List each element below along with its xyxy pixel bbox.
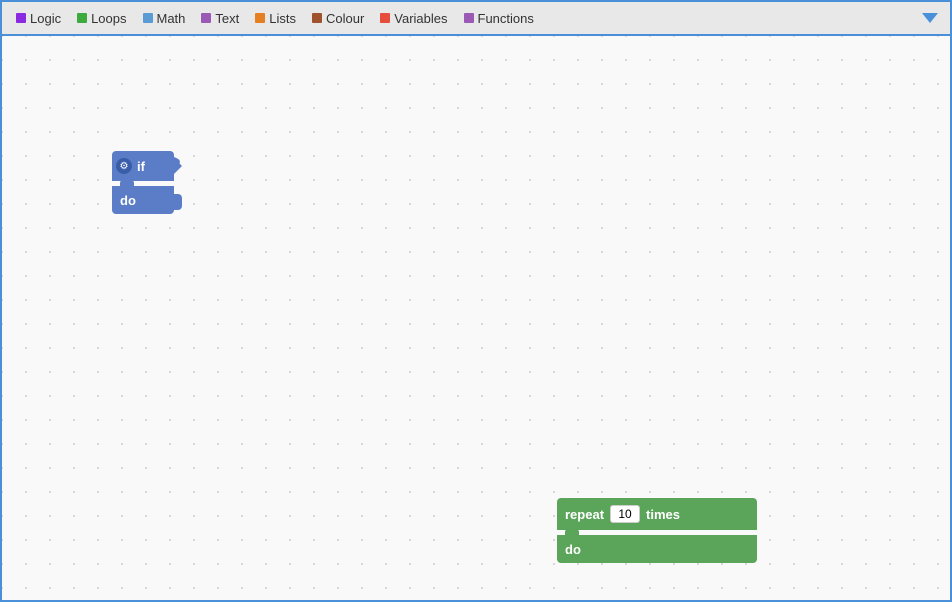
main-container: Logic Loops Math Text Lists Colour Varia… xyxy=(0,0,952,602)
toolbar-item-logic[interactable]: Logic xyxy=(8,7,69,30)
toolbar-label-math: Math xyxy=(157,11,186,26)
toolbar-item-math[interactable]: Math xyxy=(135,7,194,30)
toolbar: Logic Loops Math Text Lists Colour Varia… xyxy=(2,2,950,36)
logic-color-dot xyxy=(16,13,26,23)
if-label: if xyxy=(137,159,145,174)
if-right-nub xyxy=(174,155,186,175)
toolbar-label-loops: Loops xyxy=(91,11,126,26)
toolbar-item-variables[interactable]: Variables xyxy=(372,7,455,30)
toolbar-item-colour[interactable]: Colour xyxy=(304,7,372,30)
dropdown-arrow-icon[interactable] xyxy=(922,13,938,23)
times-label: times xyxy=(646,507,680,522)
toolbar-item-loops[interactable]: Loops xyxy=(69,7,134,30)
repeat-value-input[interactable] xyxy=(610,505,640,523)
math-color-dot xyxy=(143,13,153,23)
repeat-label: repeat xyxy=(565,507,604,522)
repeat-block-bottom[interactable]: do xyxy=(557,535,757,563)
toolbar-label-colour: Colour xyxy=(326,11,364,26)
repeat-block-top[interactable]: repeat times xyxy=(557,498,757,530)
toolbar-label-variables: Variables xyxy=(394,11,447,26)
toolbar-item-functions[interactable]: Functions xyxy=(456,7,542,30)
if-block-bottom[interactable]: do xyxy=(112,186,174,214)
loops-color-dot xyxy=(77,13,87,23)
toolbar-label-functions: Functions xyxy=(478,11,534,26)
repeat-block[interactable]: repeat times do xyxy=(557,498,757,563)
toolbar-item-lists[interactable]: Lists xyxy=(247,7,304,30)
variables-color-dot xyxy=(380,13,390,23)
gear-icon[interactable]: ⚙ xyxy=(116,158,132,174)
functions-color-dot xyxy=(464,13,474,23)
repeat-bottom-tail xyxy=(747,543,757,561)
canvas-area[interactable]: ⚙ if do repeat times do xyxy=(2,36,950,600)
if-block[interactable]: ⚙ if do xyxy=(112,151,174,214)
toolbar-label-lists: Lists xyxy=(269,11,296,26)
do-label: do xyxy=(120,193,136,208)
if-block-top[interactable]: ⚙ if xyxy=(112,151,174,181)
lists-color-dot xyxy=(255,13,265,23)
if-bottom-tail xyxy=(174,194,182,210)
colour-color-dot xyxy=(312,13,322,23)
repeat-do-label: do xyxy=(565,542,581,557)
toolbar-label-logic: Logic xyxy=(30,11,61,26)
toolbar-item-text[interactable]: Text xyxy=(193,7,247,30)
toolbar-label-text: Text xyxy=(215,11,239,26)
text-color-dot xyxy=(201,13,211,23)
